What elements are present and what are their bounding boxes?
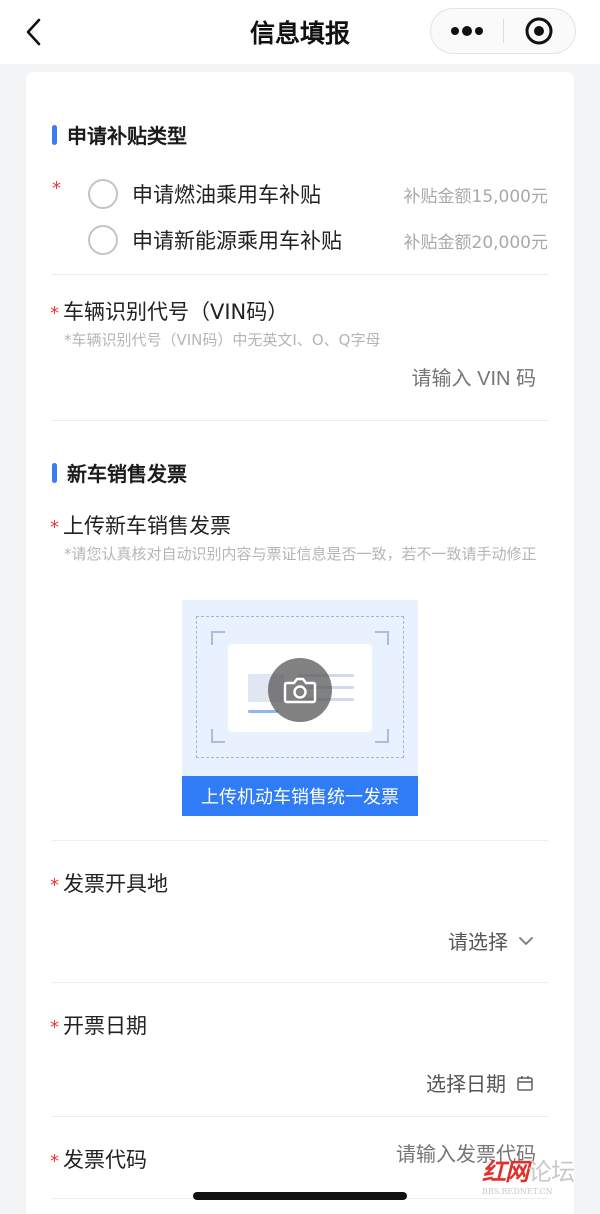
vin-field-label: * 车辆识别代号（VIN码）	[50, 296, 288, 326]
divider	[52, 420, 548, 421]
frame-corner	[375, 729, 389, 743]
required-mark: *	[50, 517, 59, 538]
subsidy-option-new-energy[interactable]: 申请新能源乘用车补贴 补贴金额20,000元	[88, 220, 548, 260]
select-text: 选择日期	[426, 1072, 506, 1096]
watermark-url: BBS.REDNET.CN	[482, 1187, 553, 1196]
option-label: 申请燃油乘用车补贴	[132, 183, 321, 207]
section-title-subsidy: 申请补贴类型	[52, 120, 187, 149]
divider	[52, 840, 548, 841]
vin-input[interactable]	[236, 368, 536, 391]
invoice-upload-area[interactable]: 上传机动车销售统一发票	[182, 600, 418, 816]
select-text: 请选择	[448, 930, 508, 954]
required-mark: *	[50, 1017, 59, 1038]
upload-invoice-label: * 上传新车销售发票	[50, 510, 231, 540]
invoice-code-label-text: 发票代码	[63, 1148, 147, 1172]
section-accent-bar	[52, 124, 57, 145]
more-button[interactable]	[431, 9, 503, 53]
rednet-watermark: 红网论坛 BBS.REDNET.CN	[482, 1152, 575, 1196]
section-title-text: 申请补贴类型	[67, 124, 187, 148]
required-mark: *	[50, 1151, 59, 1172]
watermark-brand: 红网	[482, 1157, 529, 1186]
home-indicator[interactable]	[193, 1192, 407, 1200]
required-mark: *	[50, 303, 59, 324]
vin-label-text: 车辆识别代号（VIN码）	[63, 300, 289, 324]
chevron-down-icon	[519, 936, 533, 945]
watermark-suffix: 论坛	[528, 1158, 575, 1186]
frame-corner	[211, 729, 225, 743]
option-amount: 补贴金额15,000元	[403, 186, 548, 207]
invoice-date-picker[interactable]: 选择日期	[426, 1068, 534, 1097]
required-mark: *	[52, 178, 61, 199]
more-dots-icon	[450, 26, 483, 36]
close-mini-program-button[interactable]	[504, 9, 576, 53]
divider	[52, 274, 548, 275]
required-mark: *	[50, 875, 59, 896]
section-title-text: 新车销售发票	[67, 462, 187, 486]
section-title-invoice: 新车销售发票	[52, 458, 187, 487]
doc-highlight-line	[248, 710, 278, 713]
upload-invoice-label-text: 上传新车销售发票	[63, 514, 231, 538]
invoice-date-label: * 开票日期	[50, 1010, 147, 1040]
subsidy-option-fuel[interactable]: 申请燃油乘用车补贴 补贴金额15,000元	[88, 174, 548, 214]
invoice-code-label: * 发票代码	[50, 1144, 147, 1174]
radio-button[interactable]	[88, 179, 118, 209]
invoice-date-label-text: 开票日期	[63, 1014, 147, 1038]
radio-button[interactable]	[88, 225, 118, 255]
invoice-place-label-text: 发票开具地	[63, 872, 168, 896]
calendar-icon	[517, 1075, 533, 1091]
option-label: 申请新能源乘用车补贴	[132, 229, 342, 253]
form-card: 申请补贴类型 * 申请燃油乘用车补贴 补贴金额15,000元 申请新能源乘用车补…	[26, 72, 574, 1214]
divider	[52, 1116, 548, 1117]
top-navigation-bar: 信息填报	[0, 0, 600, 64]
camera-button[interactable]	[268, 658, 332, 722]
option-amount: 补贴金额20,000元	[403, 232, 548, 253]
mini-program-capsule	[430, 8, 576, 54]
vin-hint: *车辆识别代号（VIN码）中无英文I、O、Q字母	[64, 331, 381, 349]
frame-corner	[375, 631, 389, 645]
upload-invoice-button[interactable]: 上传机动车销售统一发票	[182, 776, 418, 816]
invoice-place-label: * 发票开具地	[50, 868, 168, 898]
target-close-icon	[525, 17, 553, 45]
frame-corner	[211, 631, 225, 645]
camera-icon	[283, 677, 317, 704]
divider	[52, 982, 548, 983]
upload-invoice-hint: *请您认真核对自动识别内容与票证信息是否一致，若不一致请手动修正	[64, 545, 537, 563]
section-accent-bar	[52, 462, 57, 483]
invoice-place-select[interactable]: 请选择	[448, 926, 534, 955]
